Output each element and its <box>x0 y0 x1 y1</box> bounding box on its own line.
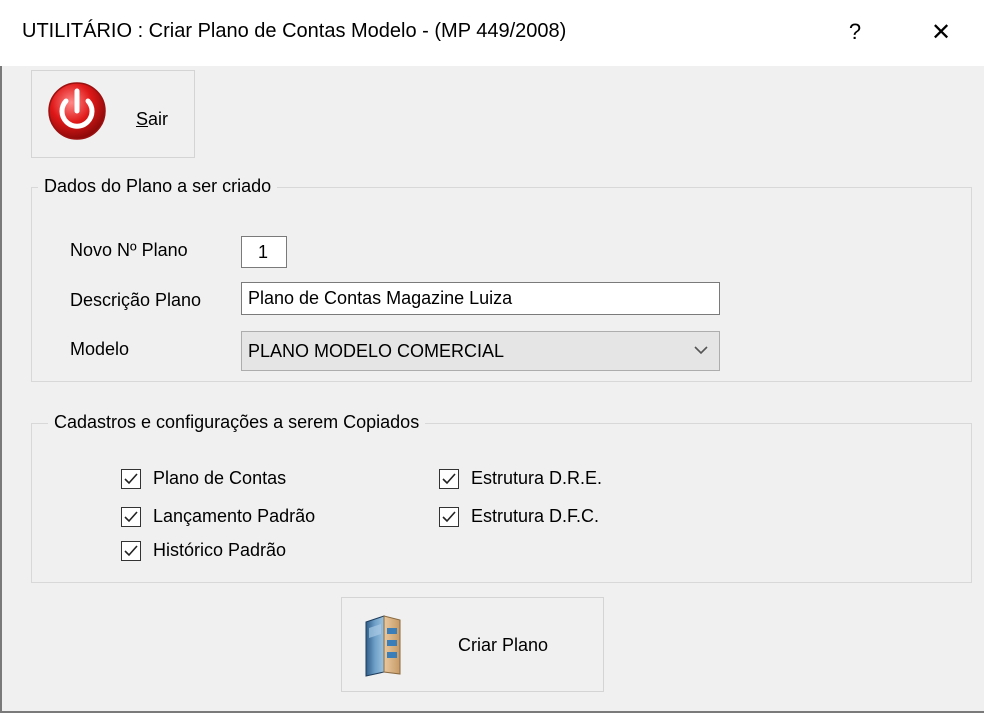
checkbox-estrutura-dre[interactable]: Estrutura D.R.E. <box>439 468 602 489</box>
checkbox-label: Histórico Padrão <box>153 540 287 560</box>
dados-plano-group-title: Dados do Plano a ser criado <box>38 176 278 197</box>
help-button[interactable]: ? <box>830 12 880 52</box>
checkbox-historico-padrao[interactable]: Histórico Padrão <box>121 540 286 561</box>
descricao-plano-input[interactable] <box>241 282 720 315</box>
title-bar: UTILITÁRIO : Criar Plano de Contas Model… <box>0 0 984 66</box>
checkbox-box[interactable] <box>121 540 141 561</box>
chevron-down-icon <box>694 346 708 355</box>
close-button[interactable]: ✕ <box>916 12 966 52</box>
checkmark-icon <box>442 510 456 522</box>
descricao-plano-label: Descrição Plano <box>70 290 202 310</box>
dialog-window: UTILITÁRIO : Criar Plano de Contas Model… <box>0 0 984 713</box>
novo-plano-input[interactable] <box>241 236 287 268</box>
checkbox-label: Plano de Contas <box>153 468 287 488</box>
sair-button[interactable]: Sair <box>31 70 195 158</box>
checkmark-icon <box>124 510 138 522</box>
book-icon <box>365 615 401 677</box>
checkbox-box[interactable] <box>121 468 141 489</box>
checkbox-label: Estrutura D.F.C. <box>471 506 600 526</box>
checkbox-box[interactable] <box>439 506 459 527</box>
sair-label: Sair <box>136 109 169 129</box>
modelo-selected-value: PLANO MODELO COMERCIAL <box>248 341 505 361</box>
checkmark-icon <box>124 544 138 556</box>
criar-plano-button[interactable]: Criar Plano <box>341 597 604 692</box>
window-title: UTILITÁRIO : Criar Plano de Contas Model… <box>22 20 567 42</box>
novo-plano-label: Novo Nº Plano <box>70 240 188 260</box>
checkbox-estrutura-dfc[interactable]: Estrutura D.F.C. <box>439 506 599 527</box>
checkbox-label: Estrutura D.R.E. <box>471 468 603 488</box>
modelo-select[interactable]: PLANO MODELO COMERCIAL <box>241 331 720 371</box>
checkbox-label: Lançamento Padrão <box>153 506 316 526</box>
checkbox-lancamento-padrao[interactable]: Lançamento Padrão <box>121 506 315 527</box>
criar-plano-label: Criar Plano <box>458 635 549 655</box>
checkbox-box[interactable] <box>121 506 141 527</box>
power-icon <box>48 82 106 140</box>
checkmark-icon <box>124 472 138 484</box>
window-left-border <box>0 66 2 713</box>
cadastros-group-title: Cadastros e configurações a serem Copiad… <box>48 412 426 433</box>
modelo-label: Modelo <box>70 339 130 359</box>
checkmark-icon <box>442 472 456 484</box>
checkbox-plano-de-contas[interactable]: Plano de Contas <box>121 468 286 489</box>
checkbox-box[interactable] <box>439 468 459 489</box>
